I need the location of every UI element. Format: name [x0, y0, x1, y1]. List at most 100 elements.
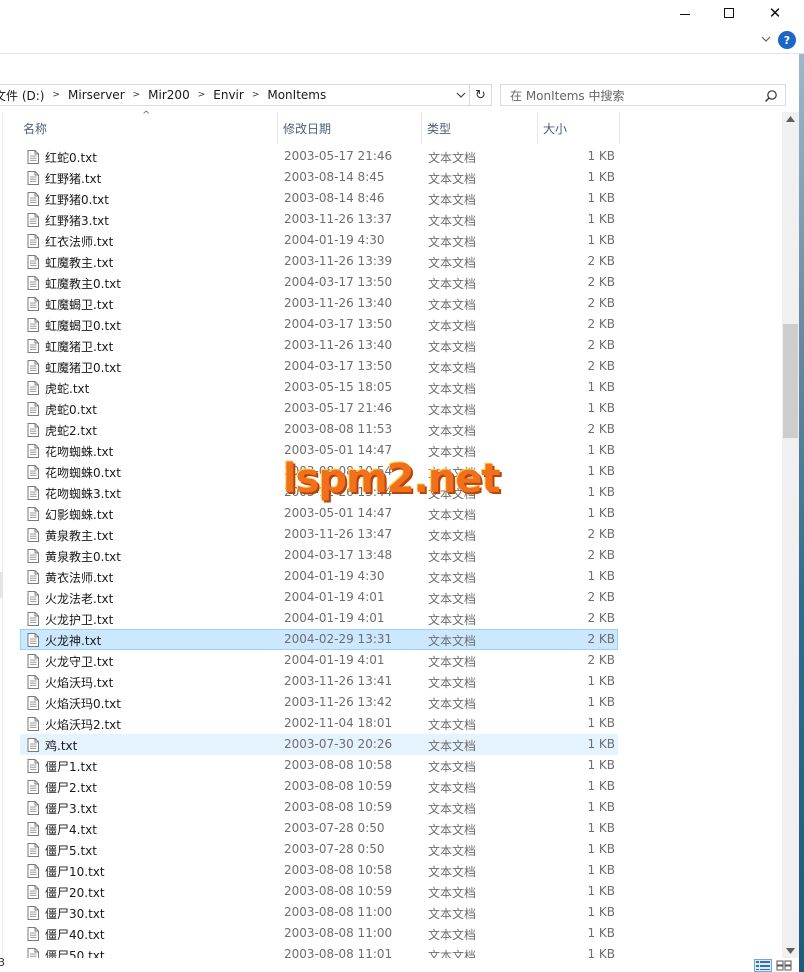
file-row[interactable]: 火龙护卫.txt 2004-01-19 4:01 文本文档 2 KB: [20, 608, 618, 629]
file-modified-date: 2003-11-26 13:40: [284, 338, 393, 352]
file-row[interactable]: 虹魔教主0.txt 2004-03-17 13:50 文本文档 2 KB: [20, 272, 618, 293]
file-type: 文本文档: [428, 319, 477, 333]
file-row[interactable]: 红衣法师.txt 2004-01-19 4:30 文本文档 1 KB: [20, 230, 618, 251]
details-view-button[interactable]: [754, 959, 772, 972]
file-row[interactable]: 鸡.txt 2003-07-30 20:26 文本文档 1 KB: [20, 734, 618, 755]
column-header-name[interactable]: 名称: [20, 112, 278, 144]
scrollbar-thumb[interactable]: [783, 324, 798, 438]
file-size: 1 KB: [587, 926, 615, 940]
file-type: 文本文档: [428, 256, 477, 270]
minimize-button[interactable]: [662, 0, 708, 26]
file-row[interactable]: 黄泉教主.txt 2003-11-26 13:47 文本文档 2 KB: [20, 524, 618, 545]
breadcrumb-separator-icon[interactable]: >: [198, 90, 206, 100]
file-name: 红野猪3.txt: [45, 214, 109, 228]
file-modified-date: 2004-01-19 4:01: [284, 611, 385, 625]
large-icons-view-button[interactable]: [775, 959, 793, 972]
file-row[interactable]: 虹魔猪卫0.txt 2004-03-17 13:50 文本文档 2 KB: [20, 356, 618, 377]
large-icons-view-icon: [776, 960, 792, 971]
close-button[interactable]: ✕: [752, 0, 798, 26]
maximize-button[interactable]: [706, 0, 752, 26]
file-row[interactable]: 红蛇0.txt 2003-05-17 21:46 文本文档 1 KB: [20, 146, 618, 167]
file-type: 文本文档: [428, 403, 477, 417]
file-modified-date: 2003-11-26 13:37: [284, 212, 393, 226]
scroll-up-arrow-icon[interactable]: [786, 116, 795, 122]
file-row[interactable]: 火焰沃玛2.txt 2002-11-04 18:01 文本文档 1 KB: [20, 713, 618, 734]
text-file-icon: [27, 654, 39, 668]
breadcrumb-mir200[interactable]: Mir200: [148, 88, 190, 102]
address-bar[interactable]: 文件 (D:) > Mirserver > Mir200 > Envir > M…: [0, 84, 470, 106]
file-modified-date: 2003-11-26 13:41: [284, 674, 393, 688]
file-row[interactable]: 虹魔教主.txt 2003-11-26 13:39 文本文档 2 KB: [20, 251, 618, 272]
navigation-pane-edge[interactable]: [0, 112, 3, 972]
vertical-scrollbar[interactable]: [782, 112, 799, 958]
file-row[interactable]: 幻影蜘蛛.txt 2003-05-01 14:47 文本文档 1 KB: [20, 503, 618, 524]
file-row[interactable]: 僵尸5.txt 2003-07-28 0:50 文本文档 1 KB: [20, 839, 618, 860]
ribbon-expand-chevron-icon[interactable]: [760, 33, 772, 45]
file-row[interactable]: 火龙守卫.txt 2004-01-19 4:01 文本文档 2 KB: [20, 650, 618, 671]
file-row[interactable]: 虹魔蝎卫.txt 2003-11-26 13:40 文本文档 2 KB: [20, 293, 618, 314]
file-list[interactable]: 红蛇0.txt 2003-05-17 21:46 文本文档 1 KB 红野猪.txt 20…: [20, 146, 620, 958]
file-size: 1 KB: [587, 905, 615, 919]
column-header-size[interactable]: 大小: [540, 112, 620, 144]
scroll-down-arrow-icon[interactable]: [786, 948, 795, 954]
file-size: 1 KB: [587, 233, 615, 247]
file-name: 僵尸50.txt: [45, 949, 105, 958]
file-row[interactable]: 僵尸3.txt 2003-08-08 10:59 文本文档 1 KB: [20, 797, 618, 818]
file-row[interactable]: 僵尸1.txt 2003-08-08 10:58 文本文档 1 KB: [20, 755, 618, 776]
text-file-icon: [27, 570, 39, 584]
breadcrumb-separator-icon[interactable]: >: [133, 90, 141, 100]
file-row[interactable]: 僵尸10.txt 2003-08-08 10:58 文本文档 1 KB: [20, 860, 618, 881]
file-row[interactable]: 火焰沃玛.txt 2003-11-26 13:41 文本文档 1 KB: [20, 671, 618, 692]
file-row[interactable]: 黄衣法师.txt 2004-01-19 4:30 文本文档 1 KB: [20, 566, 618, 587]
breadcrumb-envir[interactable]: Envir: [213, 88, 244, 102]
search-input[interactable]: 在 MonItems 中搜索: [500, 84, 786, 106]
text-file-icon: [27, 927, 39, 941]
file-row[interactable]: 火焰沃玛0.txt 2003-11-26 13:42 文本文档 1 KB: [20, 692, 618, 713]
file-row[interactable]: 僵尸50.txt 2003-08-08 11:01 文本文档 1 KB: [20, 944, 618, 958]
breadcrumb-separator-icon[interactable]: >: [52, 90, 60, 100]
file-modified-date: 2003-11-26 13:40: [284, 296, 393, 310]
file-row[interactable]: 虎蛇2.txt 2003-08-08 11:53 文本文档 2 KB: [20, 419, 618, 440]
file-row[interactable]: 虎蛇.txt 2003-05-15 18:05 文本文档 1 KB: [20, 377, 618, 398]
file-row[interactable]: 火龙神.txt 2004-02-29 13:31 文本文档 2 KB: [20, 629, 618, 650]
file-row[interactable]: 黄泉教主0.txt 2004-03-17 13:48 文本文档 2 KB: [20, 545, 618, 566]
file-name: 僵尸30.txt: [45, 907, 105, 921]
refresh-button[interactable]: ↻: [470, 84, 492, 106]
file-row[interactable]: 僵尸2.txt 2003-08-08 10:59 文本文档 1 KB: [20, 776, 618, 797]
breadcrumb-mirserver[interactable]: Mirserver: [68, 88, 125, 102]
file-row[interactable]: 红野猪3.txt 2003-11-26 13:37 文本文档 1 KB: [20, 209, 618, 230]
file-row[interactable]: 红野猪0.txt 2003-08-14 8:46 文本文档 1 KB: [20, 188, 618, 209]
file-type: 文本文档: [428, 235, 477, 249]
file-row[interactable]: 虹魔猪卫.txt 2003-11-26 13:40 文本文档 2 KB: [20, 335, 618, 356]
file-modified-date: 2004-01-19 4:30: [284, 569, 385, 583]
column-header-date[interactable]: 修改日期: [280, 112, 422, 144]
file-row[interactable]: 虹魔蝎卫0.txt 2004-03-17 13:50 文本文档 2 KB: [20, 314, 618, 335]
file-size: 2 KB: [587, 359, 615, 373]
file-name: 僵尸5.txt: [45, 844, 97, 858]
breadcrumb-monitems[interactable]: MonItems: [267, 88, 326, 102]
column-header-type[interactable]: 类型: [424, 112, 538, 144]
file-row[interactable]: 红野猪.txt 2003-08-14 8:45 文本文档 1 KB: [20, 167, 618, 188]
file-row[interactable]: 僵尸40.txt 2003-08-08 11:00 文本文档 1 KB: [20, 923, 618, 944]
breadcrumb-separator-icon[interactable]: >: [252, 90, 260, 100]
file-modified-date: 2003-11-26 13:39: [284, 254, 393, 268]
file-row[interactable]: 火龙法老.txt 2004-01-19 4:01 文本文档 2 KB: [20, 587, 618, 608]
text-file-icon: [27, 486, 39, 500]
file-row[interactable]: 僵尸4.txt 2003-07-28 0:50 文本文档 1 KB: [20, 818, 618, 839]
file-row[interactable]: 僵尸20.txt 2003-08-08 10:59 文本文档 1 KB: [20, 881, 618, 902]
file-name: 花吻蜘蛛0.txt: [45, 466, 121, 480]
file-size: 2 KB: [587, 527, 615, 541]
breadcrumb-drive[interactable]: 文件 (D:): [0, 87, 44, 104]
file-row[interactable]: 僵尸30.txt 2003-08-08 11:00 文本文档 1 KB: [20, 902, 618, 923]
item-count-text: 3: [0, 956, 5, 969]
text-file-icon: [27, 297, 39, 311]
text-file-icon: [27, 339, 39, 353]
file-modified-date: 2003-08-08 10:58: [284, 758, 393, 772]
text-file-icon: [27, 549, 39, 563]
minimize-icon: [680, 13, 690, 15]
address-history-chevron-icon[interactable]: [456, 90, 466, 100]
search-icon[interactable]: [764, 89, 778, 103]
file-row[interactable]: 虎蛇0.txt 2003-05-17 21:46 文本文档 1 KB: [20, 398, 618, 419]
help-icon[interactable]: ?: [778, 31, 796, 49]
file-name: 僵尸10.txt: [45, 865, 105, 879]
